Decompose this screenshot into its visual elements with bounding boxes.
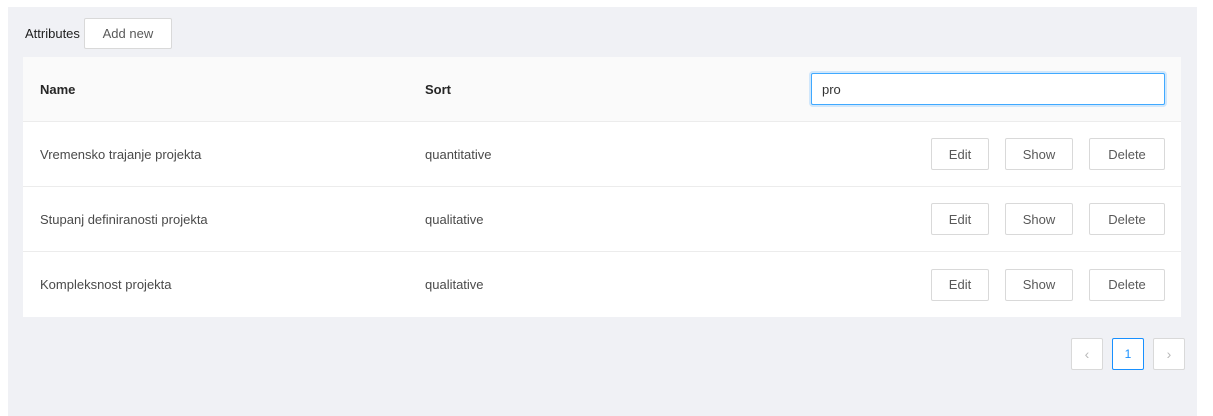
column-header-name: Name	[40, 81, 76, 97]
pagination-page-1[interactable]: 1	[1112, 338, 1144, 370]
column-header-sort: Sort	[425, 81, 451, 97]
attributes-panel: Attributes Add new Name Sort Vremensko t…	[8, 7, 1197, 416]
attributes-table: Name Sort Vremensko trajanje projekta qu…	[23, 57, 1181, 317]
page-header: Attributes Add new	[25, 18, 172, 49]
show-button[interactable]: Show	[1005, 138, 1073, 170]
row-name: Stupanj definiranosti projekta	[40, 211, 208, 227]
pagination: ‹ 1 ›	[1062, 338, 1185, 370]
chevron-left-icon: ‹	[1084, 346, 1090, 362]
table-row: Vremensko trajanje projekta quantitative…	[23, 122, 1181, 187]
delete-button[interactable]: Delete	[1089, 268, 1165, 301]
row-name: Vremensko trajanje projekta	[40, 146, 202, 162]
table-row: Kompleksnost projekta qualitative Edit S…	[23, 252, 1181, 317]
page-title: Attributes	[25, 26, 80, 41]
search-input[interactable]	[811, 73, 1165, 105]
row-actions: Edit Show Delete	[915, 187, 1165, 251]
row-sort: quantitative	[425, 146, 492, 162]
row-actions: Edit Show Delete	[915, 252, 1165, 317]
pagination-prev-button[interactable]: ‹	[1071, 338, 1103, 370]
row-sort: qualitative	[425, 277, 484, 292]
table-header-row: Name Sort	[23, 57, 1181, 122]
row-sort: qualitative	[425, 211, 484, 227]
delete-button[interactable]: Delete	[1089, 138, 1165, 170]
delete-button[interactable]: Delete	[1089, 203, 1165, 235]
show-button[interactable]: Show	[1005, 268, 1073, 301]
edit-button[interactable]: Edit	[931, 268, 989, 301]
edit-button[interactable]: Edit	[931, 138, 989, 170]
edit-button[interactable]: Edit	[931, 203, 989, 235]
chevron-right-icon: ›	[1166, 346, 1172, 362]
table-body: Vremensko trajanje projekta quantitative…	[23, 122, 1181, 317]
add-new-button[interactable]: Add new	[83, 18, 172, 49]
pagination-next-button[interactable]: ›	[1153, 338, 1185, 370]
row-name: Kompleksnost projekta	[40, 277, 172, 292]
show-button[interactable]: Show	[1005, 203, 1073, 235]
row-actions: Edit Show Delete	[915, 122, 1165, 186]
table-row: Stupanj definiranosti projekta qualitati…	[23, 187, 1181, 252]
